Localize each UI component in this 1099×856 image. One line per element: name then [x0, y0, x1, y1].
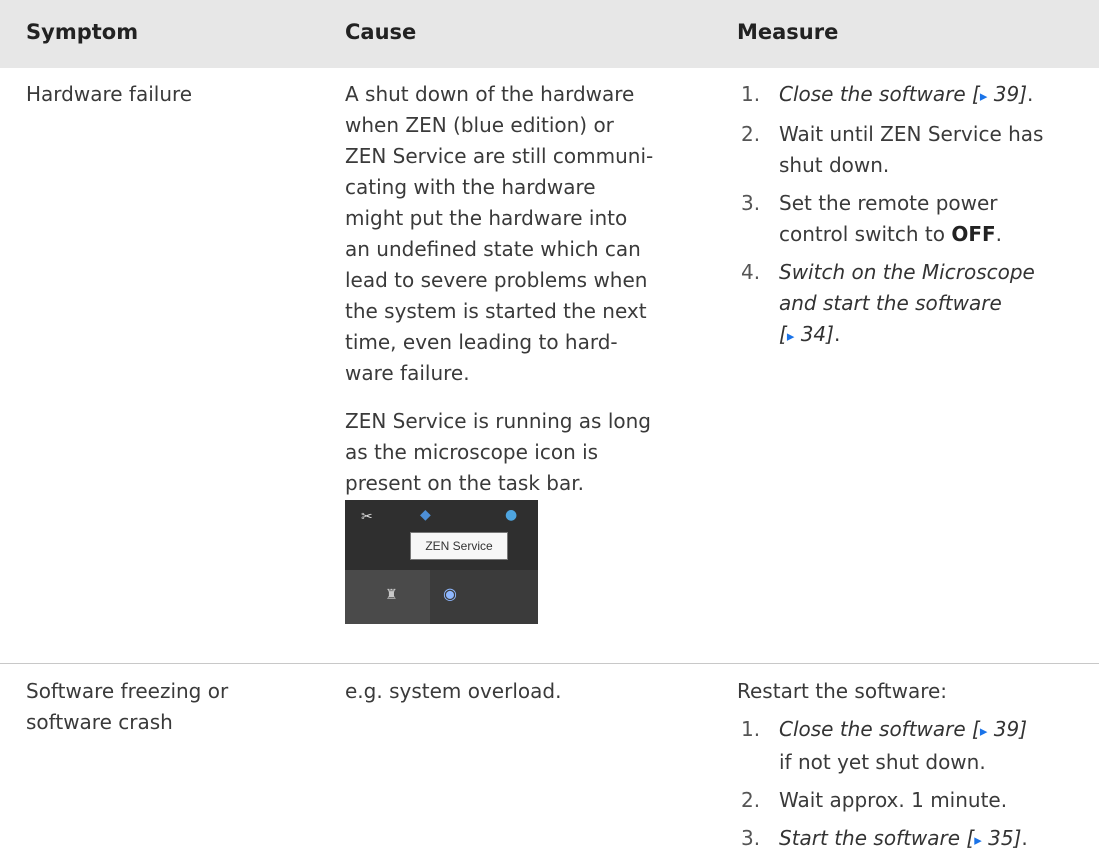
- list-item: 2. Wait until ZEN Service has shut down.: [737, 119, 1087, 181]
- step-number: 3.: [741, 191, 761, 215]
- cause-line: an undefined state which can: [345, 237, 641, 261]
- skype-icon: ●: [505, 507, 518, 523]
- cause-line: time, even leading to hard-: [345, 330, 618, 354]
- zen-service-tooltip: ZEN Service: [410, 532, 508, 560]
- switch-on-link[interactable]: Switch on the Microscope and start the s…: [779, 257, 1087, 352]
- off-label: OFF: [951, 222, 996, 246]
- scissors-icon: ✂: [361, 509, 373, 525]
- row1-symptom: Hardware failure: [26, 82, 193, 106]
- list-item: 4. Switch on the Microscope and start th…: [737, 257, 1087, 352]
- cause-line: the system is started the next: [345, 299, 647, 323]
- cause-note-line: ZEN Service is running as long: [345, 409, 651, 433]
- step-number: 2.: [741, 788, 761, 812]
- row-divider: [0, 663, 1099, 664]
- row2-measures: 1. Close the software [▸ 39] if not yet …: [737, 714, 1087, 856]
- list-item: 3. Set the remote power control switch t…: [737, 188, 1087, 250]
- list-item: 1. Close the software [▸ 39] if not yet …: [737, 714, 1087, 778]
- list-item: 3. Start the software [▸ 35].: [737, 823, 1087, 856]
- step-number: 1.: [741, 82, 761, 106]
- cause-line: lead to severe problems when: [345, 268, 648, 292]
- cause-note-line: as the microscope icon is: [345, 440, 599, 464]
- row2-symptom: Software freezing or software crash: [26, 679, 229, 734]
- cause-line: ware failure.: [345, 361, 470, 385]
- list-item: 1. Close the software [▸ 39].: [737, 79, 1087, 112]
- cause-line: might put the hardware into: [345, 206, 628, 230]
- list-item: 2. Wait approx. 1 minute.: [737, 785, 1087, 816]
- cause-line: ZEN Service are still communi-: [345, 144, 654, 168]
- start-software-link[interactable]: Start the software [▸ 35]: [779, 826, 1021, 850]
- step-number: 3.: [741, 826, 761, 850]
- step-number: 1.: [741, 717, 761, 741]
- microscope-icon: ♜: [385, 587, 398, 603]
- header-symptom: Symptom: [26, 20, 139, 44]
- arrow-right-icon: ▸: [974, 831, 982, 849]
- row1-cause-note: ZEN Service is running as long as the mi…: [345, 406, 651, 499]
- row1-cause: A shut down of the hardware when ZEN (bl…: [345, 79, 653, 389]
- cause-line: when ZEN (blue edition) or: [345, 113, 614, 137]
- header-cause: Cause: [345, 20, 417, 44]
- cause-line: A shut down of the hardware: [345, 82, 635, 106]
- close-software-link[interactable]: Close the software [▸ 39]: [779, 717, 1027, 741]
- cause-note-line: present on the task bar.: [345, 471, 584, 495]
- step-number: 4.: [741, 260, 761, 284]
- step-number: 2.: [741, 122, 761, 146]
- table-header: Symptom Cause Measure: [0, 0, 1099, 68]
- row2-cause: e.g. system overload.: [345, 679, 562, 703]
- cause-line: cating with the hardware: [345, 175, 596, 199]
- row1-measures: 1. Close the software [▸ 39]. 2. Wait un…: [737, 79, 1087, 352]
- close-software-link[interactable]: Close the software [▸ 39]: [779, 82, 1027, 106]
- header-measure: Measure: [737, 20, 839, 44]
- taskbar-screenshot: ✂ ◆ ● ZEN Service ♜ ◉: [345, 500, 538, 624]
- network-icon: ◆: [420, 507, 431, 523]
- zen-icon: ◉: [443, 584, 457, 603]
- row2-intro: Restart the software:: [737, 679, 948, 703]
